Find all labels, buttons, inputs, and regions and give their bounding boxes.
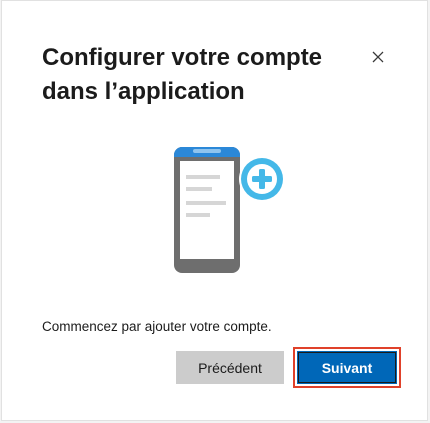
dialog-message: Commencez par ajouter votre compte. [42,319,272,334]
next-button[interactable]: Suivant [297,351,397,384]
phone-illustration [174,147,285,273]
close-icon [372,51,384,63]
add-circle-icon [239,156,285,202]
close-button[interactable] [364,43,392,71]
setup-dialog: Configurer votre compte dans l’applicati… [1,0,428,421]
phone-icon [174,147,240,273]
back-button[interactable]: Précédent [176,351,284,384]
dialog-title: Configurer votre compte dans l’applicati… [42,44,323,105]
